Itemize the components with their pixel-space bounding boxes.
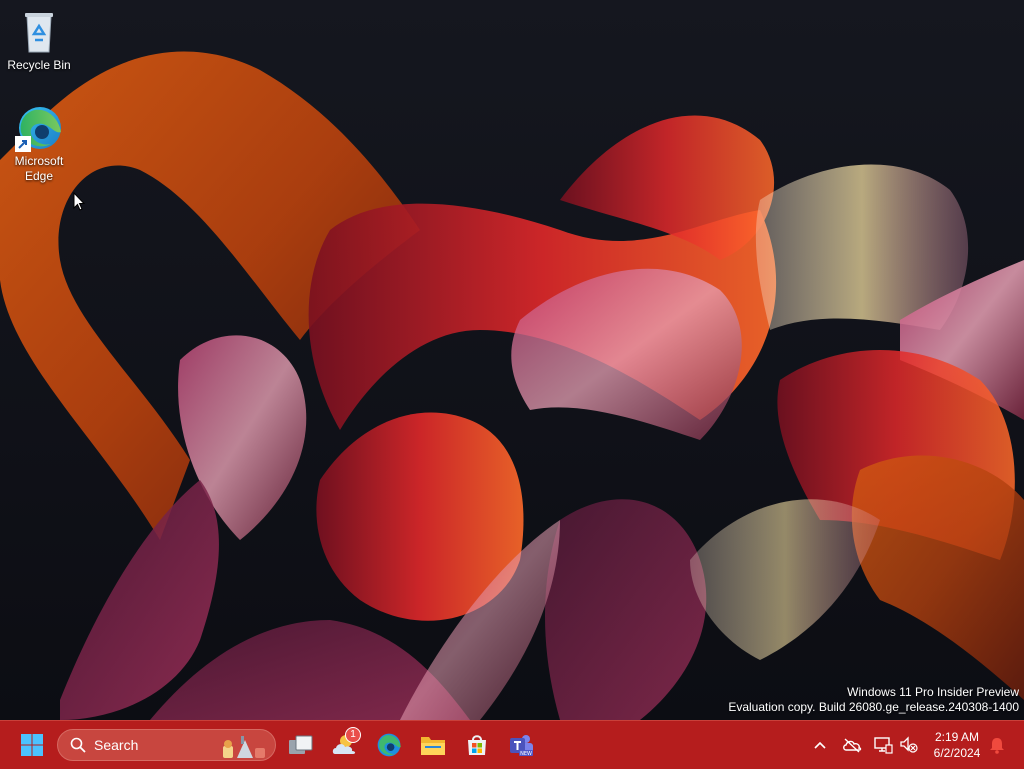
desktop-icon-label: Recycle Bin [7, 58, 71, 72]
watermark-line-1: Windows 11 Pro Insider Preview [847, 685, 1019, 699]
evaluation-watermark: Windows 11 Pro Insider Preview Evaluatio… [728, 685, 1019, 715]
svg-text:NEW: NEW [520, 751, 532, 757]
watermark-line-2: Evaluation copy. Build 26080.ge_release.… [728, 700, 1019, 714]
edge-icon [377, 733, 401, 757]
start-button[interactable] [12, 725, 52, 765]
teams-button[interactable]: NEW [501, 725, 541, 765]
clock-date-button[interactable]: 2:19 AM 6/2/2024 [924, 729, 990, 761]
microsoft-store-button[interactable] [457, 725, 497, 765]
notifications-button[interactable] [985, 733, 1009, 757]
network-button[interactable] [871, 733, 895, 757]
microsoft-store-icon [468, 735, 486, 755]
desktop-icon-recycle-bin[interactable]: Recycle Bin [3, 8, 75, 73]
search-box[interactable]: Search [57, 729, 276, 761]
start-icon [21, 734, 43, 756]
onedrive-button[interactable] [840, 733, 864, 757]
volume-muted-icon [900, 736, 918, 753]
desktop-icon-label: Microsoft Edge [14, 154, 64, 183]
edge-icon [15, 104, 63, 152]
bell-icon [990, 738, 1004, 754]
widgets-notification-badge: 1 [345, 727, 361, 743]
desktop-icon-microsoft-edge[interactable]: Microsoft Edge [3, 104, 75, 184]
clock-time: 2:19 AM [934, 730, 980, 744]
task-view-icon [289, 735, 313, 754]
search-icon [70, 737, 86, 753]
show-hidden-icons-button[interactable] [808, 733, 832, 757]
taskbar: Search 1 NEW 2:19 AM 6/2/2024 [0, 720, 1024, 769]
chevron-up-icon [814, 741, 826, 749]
desktop-wallpaper [0, 0, 1024, 720]
task-view-button[interactable] [281, 725, 321, 765]
teams-icon: NEW [510, 735, 533, 757]
shortcut-arrow-icon [15, 136, 31, 152]
file-explorer-button[interactable] [413, 725, 453, 765]
onedrive-offline-icon [843, 738, 862, 753]
taskbar-edge-button[interactable] [369, 725, 409, 765]
mouse-cursor-icon [73, 191, 86, 217]
search-highlight-icon [223, 736, 265, 758]
clock-date: 6/2/2024 [933, 746, 981, 760]
volume-button[interactable] [897, 733, 921, 757]
search-placeholder: Search [94, 737, 139, 753]
network-icon [874, 737, 893, 754]
recycle-bin-icon [15, 8, 63, 56]
file-explorer-icon [421, 737, 445, 755]
